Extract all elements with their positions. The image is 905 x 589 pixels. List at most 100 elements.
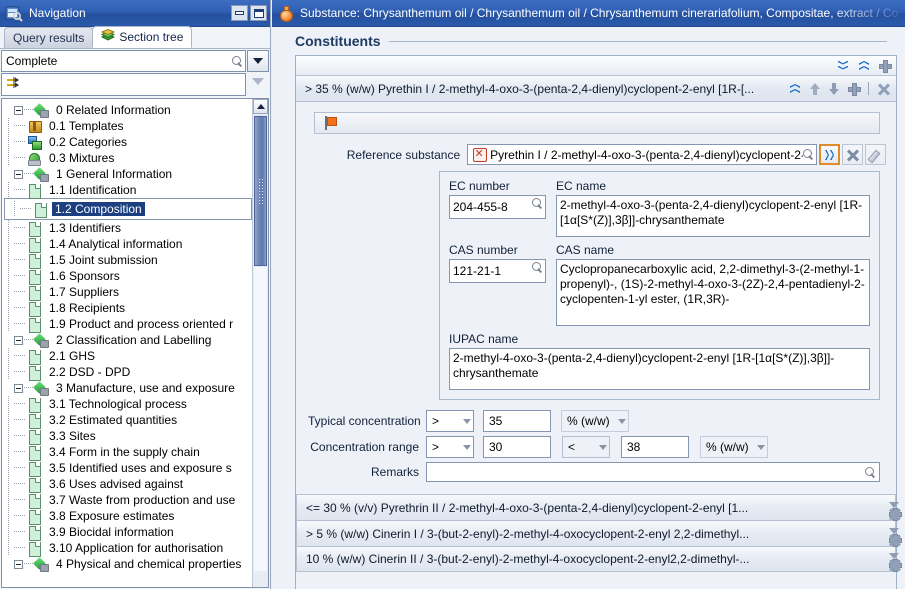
sidebar-item-2-1-ghs[interactable]: 2.1 GHS — [4, 348, 252, 365]
search-icon[interactable] — [232, 55, 243, 67]
scrollbar-thumb[interactable] — [254, 116, 267, 266]
search-dropdown-button[interactable] — [247, 50, 269, 72]
tree-gutter — [4, 182, 14, 198]
ec-name-input[interactable]: 2-methyl-4-oxo-3-(penta-2,4-dienyl)cyclo… — [556, 195, 870, 237]
concentration-range-unit[interactable]: % (w/w) — [700, 436, 768, 458]
orange-flag-icon[interactable] — [323, 116, 337, 130]
sidebar-item-3-5-identified-uses-and-exposure-s[interactable]: 3.5 Identified uses and exposure s — [4, 460, 252, 477]
constituent-block-title: > 35 % (w/w) Pyrethin I / 2-methyl-4-oxo… — [305, 81, 755, 96]
sidebar-item-3-4-form-in-the-supply-chain[interactable]: 3.4 Form in the supply chain — [4, 444, 252, 461]
sidebar-item-1-4-analytical-information[interactable]: 1.4 Analytical information — [4, 236, 252, 253]
ec-number-input[interactable]: 204-455-8 — [449, 195, 546, 219]
tree-gutter — [4, 428, 14, 444]
ec-number-field: EC number 204-455-8 — [449, 179, 546, 219]
edit-reference-button[interactable] — [865, 144, 886, 165]
collapse-node-icon[interactable] — [14, 559, 23, 569]
cas-number-value: 121-21-1 — [453, 263, 502, 278]
collapsed-constituent-row[interactable]: 10 % (w/w) Cinerin II / 3-(but-2-enyl)-2… — [296, 546, 896, 572]
constituents-section-header: Constituents — [281, 27, 905, 52]
search-icon[interactable] — [532, 262, 543, 273]
document-title: Substance: Chrysanthemum oil / Chrysanth… — [300, 6, 899, 20]
sidebar-item-label: 3.3 Sites — [49, 429, 96, 443]
sidebar-item-0-3-mixtures[interactable]: 0.3 Mixtures — [4, 150, 252, 166]
sidebar-item-1-2-composition[interactable]: 1.2 Composition — [4, 198, 252, 220]
sidebar-item-3-8-exposure-estimates[interactable]: 3.8 Exposure estimates — [4, 508, 252, 525]
sidebar-item-2-classification-and-labelling[interactable]: 2 Classification and Labelling — [4, 332, 252, 348]
sidebar-item-0-related-information[interactable]: 0 Related Information — [4, 102, 252, 118]
collapse-icon[interactable] — [789, 83, 801, 95]
sidebar-item-3-3-sites[interactable]: 3.3 Sites — [4, 428, 252, 445]
sidebar-item-0-1-templates[interactable]: 0.1 Templates — [4, 118, 252, 134]
maximize-button[interactable] — [250, 5, 267, 21]
tab-section-tree-label: Section tree — [119, 30, 184, 44]
sidebar-item-1-general-information[interactable]: 1 General Information — [4, 166, 252, 182]
typical-concentration-unit-value: % (w/w) — [567, 414, 610, 428]
search-icon[interactable] — [865, 466, 876, 478]
typical-concentration-value-input[interactable]: 35 — [483, 410, 551, 432]
sidebar-item-1-3-identifiers[interactable]: 1.3 Identifiers — [4, 220, 252, 237]
open-reference-button[interactable] — [819, 144, 840, 165]
collapsed-constituent-row[interactable]: > 5 % (w/w) Cinerin I / 3-(but-2-enyl)-2… — [296, 520, 896, 546]
move-up-icon[interactable] — [810, 82, 820, 95]
cas-number-input[interactable]: 121-21-1 — [449, 259, 546, 283]
concentration-range-lower-input[interactable]: 30 — [483, 436, 551, 458]
clear-reference-button[interactable] — [842, 144, 863, 165]
delete-icon[interactable] — [878, 83, 890, 95]
scroll-up-button[interactable] — [253, 99, 268, 114]
typical-concentration-unit[interactable]: % (w/w) — [561, 410, 629, 432]
collapse-node-icon[interactable] — [14, 105, 23, 115]
search-input[interactable]: Complete — [1, 50, 246, 72]
constituent-block-header[interactable]: > 35 % (w/w) Pyrethin I / 2-methyl-4-oxo… — [296, 76, 896, 102]
sidebar-item-3-manufacture-use-and-exposure[interactable]: 3 Manufacture, use and exposure — [4, 380, 252, 396]
collapse-node-icon[interactable] — [14, 383, 23, 393]
sidebar-item-3-7-waste-from-production-and-use[interactable]: 3.7 Waste from production and use — [4, 492, 252, 509]
sidebar-item-3-10-application-for-authorisation[interactable]: 3.10 Application for authorisation — [4, 540, 252, 557]
sidebar-item-3-6-uses-advised-against[interactable]: 3.6 Uses advised against — [4, 476, 252, 493]
cas-name-input[interactable]: Cyclopropanecarboxylic acid, 2,2-dimethy… — [556, 259, 870, 326]
reference-substance-input[interactable]: Pyrethin I / 2-methyl-4-oxo-3-(penta-2,4… — [467, 144, 817, 165]
filter-input[interactable] — [1, 73, 246, 96]
tree-connector — [14, 540, 26, 556]
concentration-range-upper-input[interactable]: 38 — [621, 436, 689, 458]
concentration-range-upper-operator-value: < — [568, 440, 576, 454]
typical-concentration-operator[interactable]: > — [426, 410, 474, 432]
iupac-name-input[interactable]: 2-methyl-4-oxo-3-(penta-2,4-dienyl)cyclo… — [449, 348, 870, 390]
sidebar-item-1-9-product-and-process-oriented-r[interactable]: 1.9 Product and process oriented r — [4, 316, 252, 333]
remarks-input[interactable] — [426, 462, 880, 482]
add-block-icon[interactable] — [879, 60, 892, 73]
expand-all-icon[interactable] — [837, 60, 849, 72]
sidebar-item-3-9-biocidal-information[interactable]: 3.9 Biocidal information — [4, 524, 252, 541]
sidebar-item-2-2-dsd-dpd[interactable]: 2.2 DSD - DPD — [4, 364, 252, 381]
sidebar-item-4-physical-and-chemical-properties[interactable]: 4 Physical and chemical properties — [4, 556, 252, 572]
sidebar-item-0-2-categories[interactable]: 0.2 Categories — [4, 134, 252, 150]
mixtures-icon — [26, 151, 43, 166]
move-down-icon[interactable] — [829, 82, 839, 95]
concentration-range-lower-operator[interactable]: > — [426, 436, 474, 458]
collapse-all-icon[interactable] — [858, 60, 870, 72]
sidebar-item-3-2-estimated-quantities[interactable]: 3.2 Estimated quantities — [4, 412, 252, 429]
sidebar-item-label: 3.9 Biocidal information — [49, 525, 174, 539]
sidebar-item-3-1-technological-process[interactable]: 3.1 Technological process — [4, 396, 252, 413]
tab-query-results[interactable]: Query results — [4, 27, 94, 48]
collapse-node-icon[interactable] — [14, 169, 23, 179]
sidebar-item-1-5-joint-submission[interactable]: 1.5 Joint submission — [4, 252, 252, 269]
collapse-node-icon[interactable] — [14, 335, 23, 345]
tab-section-tree[interactable]: Section tree — [92, 26, 193, 48]
collapsed-constituent-row[interactable]: <= 30 % (v/v) Pyrethrin II / 2-methyl-4-… — [296, 494, 896, 520]
concentration-range-upper-operator[interactable]: < — [562, 436, 610, 458]
search-icon[interactable] — [803, 149, 814, 160]
search-icon[interactable] — [532, 198, 543, 209]
green-node-icon — [33, 333, 50, 348]
add-icon[interactable] — [848, 83, 861, 96]
scrollbar-track[interactable] — [254, 267, 267, 571]
tree-vertical-scrollbar[interactable] — [252, 99, 268, 587]
document-icon — [26, 413, 43, 429]
sidebar-item-1-7-suppliers[interactable]: 1.7 Suppliers — [4, 284, 252, 301]
sidebar-item-1-1-identification[interactable]: 1.1 Identification — [4, 182, 252, 199]
sidebar-item-1-6-sponsors[interactable]: 1.6 Sponsors — [4, 268, 252, 285]
section-tree[interactable]: 0 Related Information 0.1 Templates 0.2 Ca… — [2, 99, 252, 587]
filter-expand-button[interactable] — [247, 73, 269, 96]
minimize-button[interactable] — [231, 5, 248, 21]
flag-bar[interactable] — [314, 112, 880, 134]
sidebar-item-1-8-recipients[interactable]: 1.8 Recipients — [4, 300, 252, 317]
